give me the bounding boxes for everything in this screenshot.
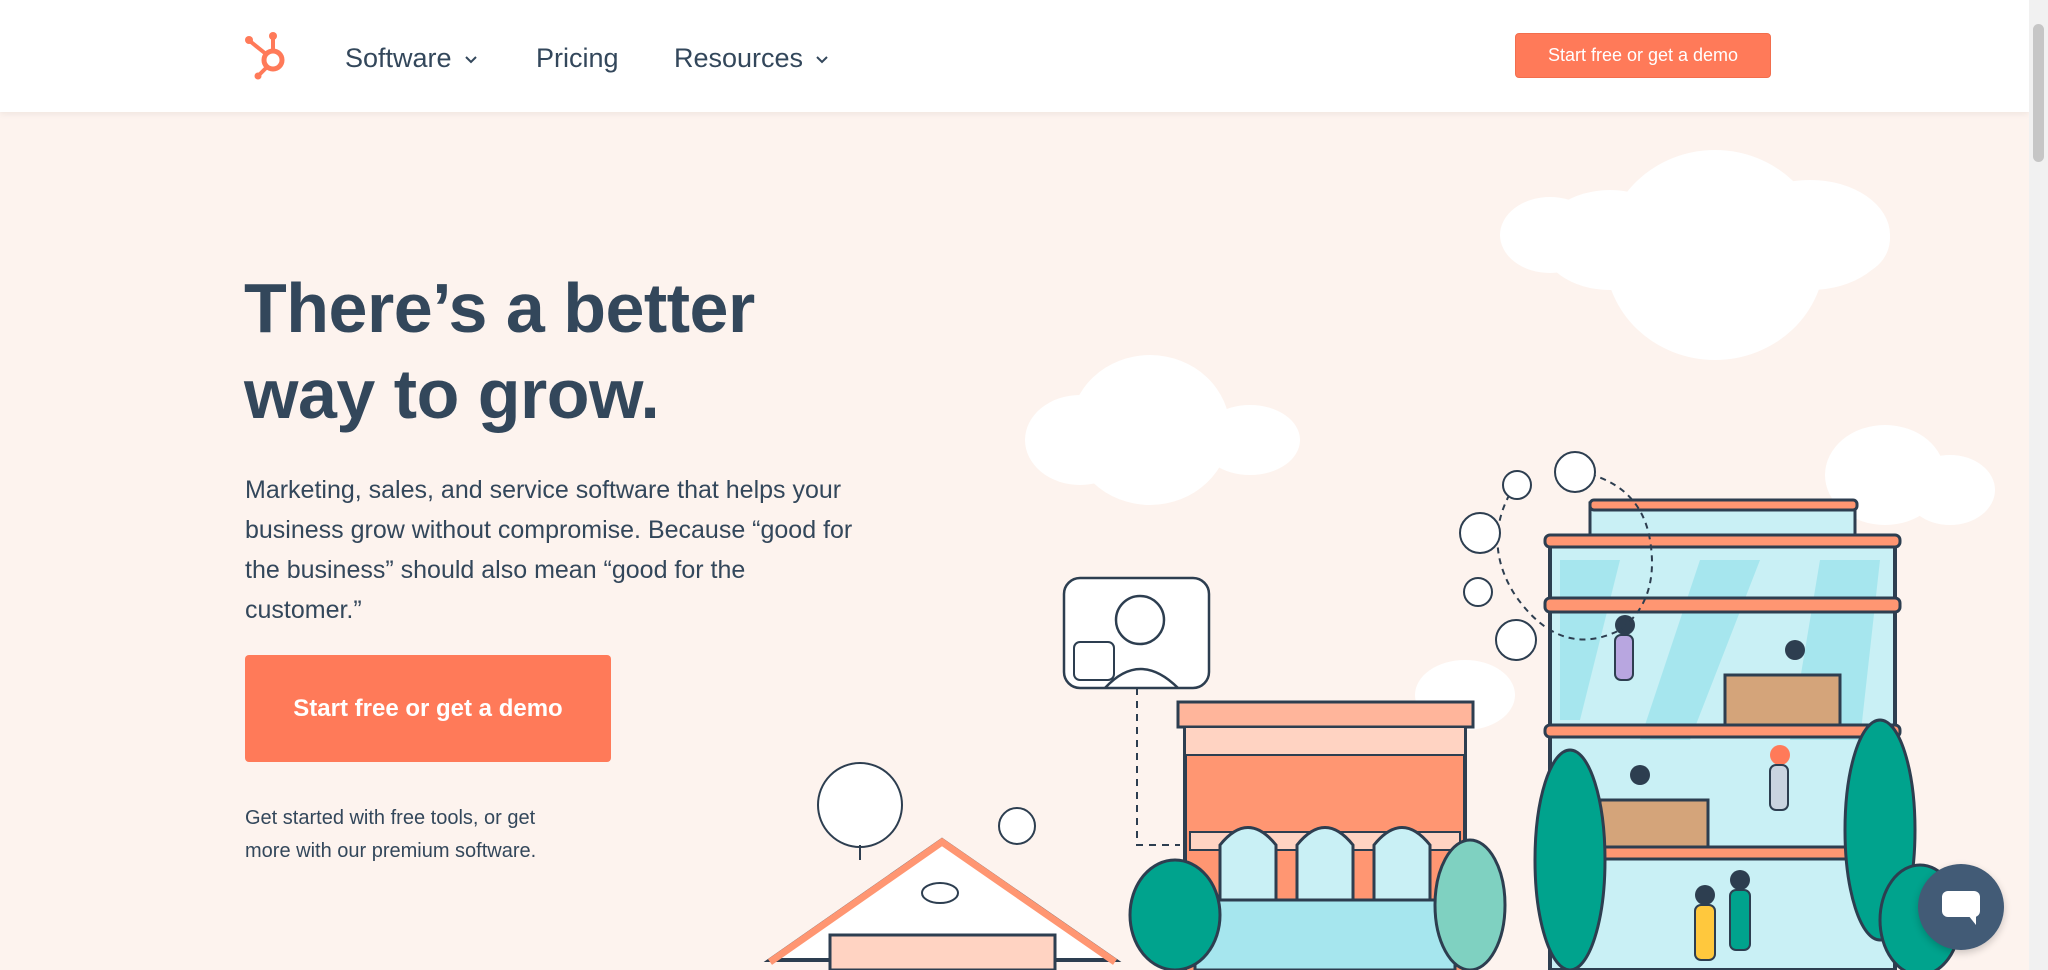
chat-icon (1942, 891, 1980, 925)
nav-item-resources[interactable]: Resources (674, 40, 829, 76)
nav-item-software[interactable]: Software (345, 40, 478, 76)
nav-item-label: Pricing (536, 42, 619, 73)
hero-cta-button[interactable]: Start free or get a demo (245, 655, 611, 762)
hubspot-logo-icon[interactable] (243, 30, 291, 80)
chevron-down-icon (816, 56, 828, 64)
chevron-down-icon (464, 56, 477, 64)
page-scrollbar[interactable] (2029, 0, 2048, 970)
top-navigation: Software Pricing Resources Start free or… (0, 0, 2029, 112)
header-cta-button[interactable]: Start free or get a demo (1515, 33, 1771, 78)
hero-note: Get started with free tools, or get more… (245, 807, 537, 862)
nav-item-label: Software (345, 42, 452, 73)
hero-illustration (763, 150, 1995, 970)
hero-title-line-1: There’s a better (244, 269, 755, 347)
nav-item-label: Resources (674, 42, 804, 73)
brick-building (1176, 700, 1475, 970)
hero-title-line-2: way to grow. (244, 355, 660, 433)
scrollbar-thumb[interactable] (2033, 24, 2044, 162)
chat-widget-button[interactable] (1918, 864, 2004, 950)
house-illustration (763, 762, 1122, 970)
nav-item-pricing[interactable]: Pricing (536, 40, 619, 76)
